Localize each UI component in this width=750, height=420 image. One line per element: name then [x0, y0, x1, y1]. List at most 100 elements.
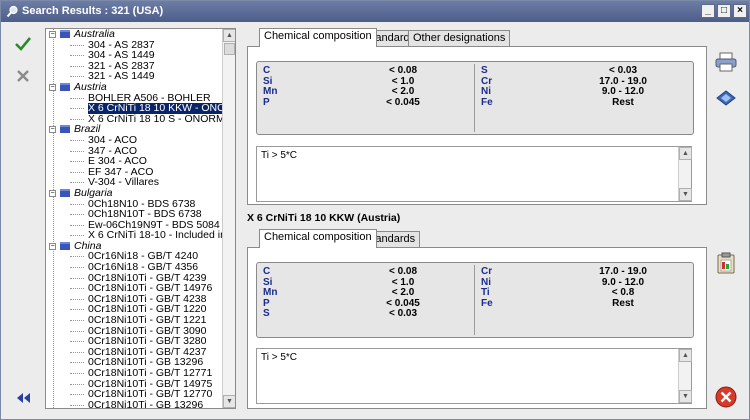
collapse-icon[interactable]: − — [49, 189, 56, 197]
tree-item[interactable]: X 6 CrNiTi 18-10 - Included in 3 — [46, 230, 223, 241]
bottom-material-section: Chemical composition Standards C < 0.08 Si… — [247, 229, 707, 409]
tree-connector — [70, 394, 84, 396]
scroll-down-icon[interactable]: ▼ — [679, 390, 692, 403]
tree-country-label: Bulgaria — [74, 186, 113, 199]
tree-connector — [70, 288, 84, 290]
title-bar[interactable]: Search Results : 321 (USA) _ □ × — [1, 1, 749, 22]
element-value: Rest — [612, 297, 634, 309]
minimize-button[interactable]: _ — [701, 4, 715, 18]
tree-item[interactable]: 321 - AS 1449 — [46, 71, 223, 82]
tree-connector — [70, 383, 84, 385]
maximize-button[interactable]: □ — [717, 4, 731, 18]
tree-item[interactable]: 0Cr18Ni10Ti - GB 13296 — [46, 400, 223, 408]
print-button[interactable] — [713, 49, 739, 75]
tree-connector — [70, 351, 84, 353]
divider — [474, 64, 475, 132]
element-symbol: C — [263, 65, 271, 76]
composition-table: C < 0.08 Si < 1.0 Mn < 2.0 P < 0.045 S < 0.03 Cr 17… — [256, 61, 694, 135]
collapse-icon[interactable]: − — [49, 31, 56, 38]
divider — [474, 265, 475, 335]
back-button[interactable] — [12, 387, 34, 409]
tree-country-node[interactable]: − Bulgaria — [46, 188, 223, 199]
tree-connector — [70, 150, 84, 152]
element-value: < 0.8 — [611, 287, 635, 298]
element-symbol: Ni — [481, 86, 491, 97]
tree-scrollbar[interactable]: ▲ ▼ — [222, 29, 235, 408]
folder-icon — [60, 82, 70, 91]
export-button[interactable] — [713, 85, 739, 111]
close-circle-icon — [715, 386, 737, 408]
element-symbol: Fe — [481, 297, 493, 309]
results-tree[interactable]: − Australia 304 - AS 2837 304 - AS 1449 321 … — [45, 28, 236, 409]
tree-item[interactable]: V-304 - Villares — [46, 177, 223, 188]
scroll-up-icon[interactable]: ▲ — [679, 349, 692, 362]
note-text: Ti > 5*C — [261, 352, 298, 363]
export-icon — [716, 90, 736, 106]
search-icon — [6, 5, 18, 18]
clipboard-icon — [717, 252, 735, 274]
ok-button[interactable] — [12, 33, 34, 55]
clipboard-button[interactable] — [713, 250, 739, 276]
collapse-icon[interactable]: − — [49, 83, 56, 91]
collapse-icon[interactable]: − — [49, 126, 56, 134]
tree-connector — [70, 235, 84, 237]
element-symbol: Fe — [481, 96, 493, 108]
tree-connector — [70, 108, 84, 110]
scroll-down-icon[interactable]: ▼ — [223, 395, 235, 408]
tree-connector — [70, 44, 84, 46]
grade-title: X 6 CrNiTi 18 10 KKW (Austria) — [247, 212, 401, 224]
x-icon — [17, 70, 29, 82]
double-arrow-left-icon — [17, 393, 30, 403]
element-value: < 0.08 — [388, 266, 418, 277]
tab-other-designations[interactable]: Other designations — [408, 30, 511, 47]
tree-connector — [70, 203, 84, 205]
tree-item[interactable]: 0Cr18Ni10Ti - GB/T 12771 — [46, 368, 223, 379]
tree-connector — [70, 171, 84, 173]
element-symbol: S — [481, 65, 488, 76]
note-scrollbar[interactable]: ▲ ▼ — [678, 147, 692, 201]
scroll-down-icon[interactable]: ▼ — [679, 188, 692, 201]
note-scrollbar[interactable]: ▲ ▼ — [678, 349, 692, 403]
element-value: 17.0 - 19.0 — [599, 266, 647, 277]
note-box[interactable]: Ti > 5*C ▲ ▼ — [256, 348, 692, 404]
note-box[interactable]: Ti > 5*C ▲ ▼ — [256, 146, 692, 202]
printer-icon — [715, 52, 737, 72]
element-symbol: Mn — [263, 86, 278, 97]
folder-icon — [60, 30, 70, 38]
tab-chemical-composition[interactable]: Chemical composition — [259, 229, 377, 248]
scroll-thumb[interactable] — [224, 43, 235, 55]
tab-chemical-composition[interactable]: Chemical composition — [259, 28, 377, 47]
window-title: Search Results : 321 (USA) — [22, 5, 164, 17]
scroll-up-icon[interactable]: ▲ — [223, 29, 235, 42]
tree-connector — [70, 362, 84, 364]
scroll-up-icon[interactable]: ▲ — [679, 147, 692, 160]
element-value: 9.0 - 12.0 — [601, 86, 645, 97]
note-text: Ti > 5*C — [261, 150, 298, 161]
collapse-icon[interactable]: − — [49, 242, 56, 250]
close-window-button[interactable]: × — [733, 4, 747, 18]
tree-connector — [70, 161, 84, 163]
tree-item-label: X 6 CrNiTi 18 10 S - ONORM M — [88, 112, 223, 125]
folder-icon — [60, 188, 70, 197]
folder-icon — [60, 241, 70, 250]
tree-connector — [70, 118, 84, 120]
composition-panel: C < 0.08 Si < 1.0 Mn < 2.0 P < 0.045 S < 0.03 Cr 17… — [247, 46, 707, 205]
tree-connector — [70, 309, 84, 311]
cancel-button[interactable] — [12, 65, 34, 87]
tree-item[interactable]: X 6 CrNiTi 18 10 S - ONORM M — [46, 114, 223, 125]
element-symbol: Mn — [263, 287, 278, 298]
tree-connector — [70, 97, 84, 99]
tree-connector — [70, 320, 84, 322]
composition-panel: C < 0.08 Si < 1.0 Mn < 2.0 P < 0.045 S < 0.03 Cr 17… — [247, 247, 707, 409]
tree-country-node[interactable]: − Austria — [46, 82, 223, 93]
close-button[interactable] — [713, 384, 739, 410]
tree-item[interactable]: 304 - ACO — [46, 135, 223, 146]
element-symbol: Ti — [481, 287, 490, 298]
tree-country-node[interactable]: − Australia — [46, 29, 223, 40]
element-symbol: S — [263, 308, 270, 319]
top-material-section: Chemical composition Standards Other des… — [247, 28, 707, 205]
tree-item-label: 304 - ACO — [88, 133, 138, 146]
tree-country-label: Austria — [74, 80, 107, 93]
tree-connector — [70, 139, 84, 141]
tree-connector — [70, 277, 84, 279]
